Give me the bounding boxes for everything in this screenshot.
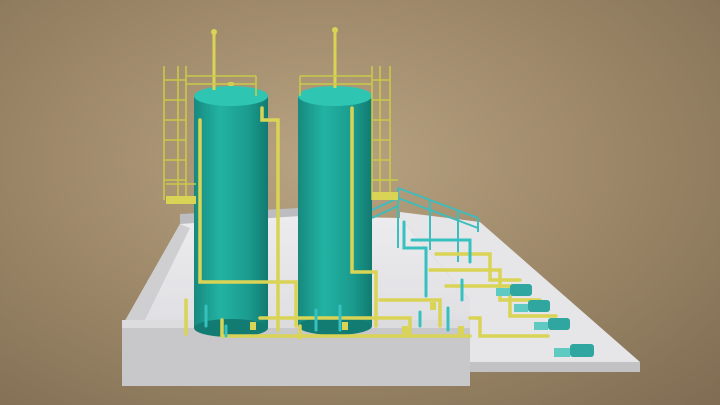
right-tank[interactable] <box>298 86 372 335</box>
right-vent-cap <box>332 27 338 33</box>
pump-slab-edge <box>470 362 640 372</box>
vent-pipes <box>212 30 337 90</box>
plant-scene <box>122 27 640 386</box>
left-vent-cap <box>211 29 217 35</box>
3d-model-viewport[interactable] <box>0 0 720 405</box>
left-tank[interactable] <box>194 82 268 337</box>
